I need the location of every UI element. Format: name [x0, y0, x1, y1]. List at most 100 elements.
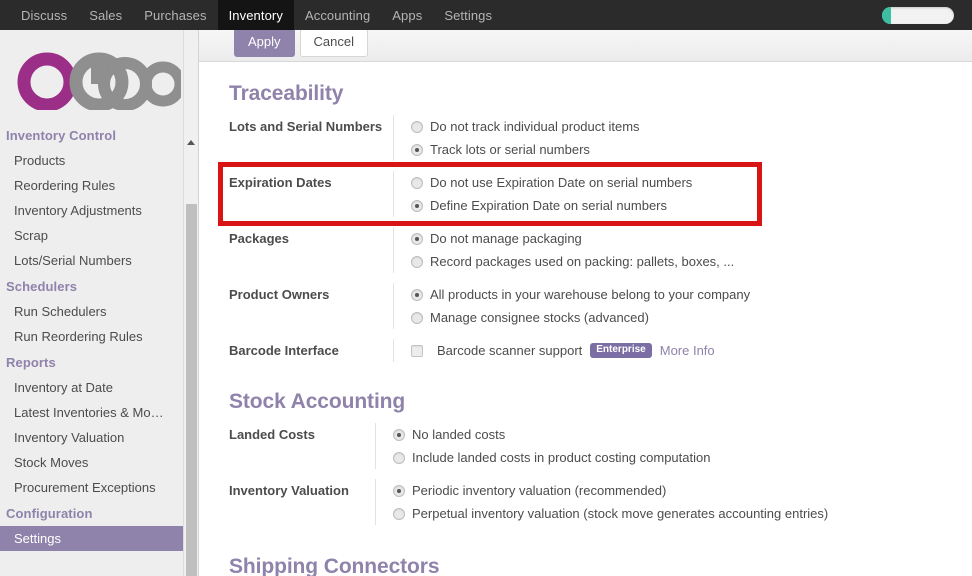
option-label: Barcode scanner support: [437, 343, 583, 358]
option-label: All products in your warehouse belong to…: [430, 287, 751, 302]
radio-input[interactable]: [411, 311, 423, 324]
option-label: No landed costs: [412, 427, 506, 442]
option-label: Manage consignee stocks (advanced): [430, 310, 649, 325]
odoo-logo[interactable]: [0, 30, 198, 122]
setting-options: Do not track individual product items Tra…: [393, 115, 929, 161]
sidebar-item-settings[interactable]: Settings: [0, 526, 198, 551]
nav-item-settings[interactable]: Settings: [433, 0, 503, 30]
setting-row: Lots and Serial Numbers Do not track indi…: [229, 115, 929, 161]
option-label: Perpetual inventory valuation (stock mov…: [412, 506, 829, 521]
checkbox-input[interactable]: [411, 344, 423, 357]
radio-option[interactable]: No landed costs: [393, 423, 929, 446]
radio-input[interactable]: [393, 451, 405, 464]
sidebar-item-procurement-exceptions[interactable]: Procurement Exceptions: [0, 475, 198, 500]
radio-input[interactable]: [393, 484, 405, 497]
radio-option[interactable]: Do not use Expiration Date on serial num…: [411, 171, 929, 194]
setting-row: Barcode Interface Barcode scanner support…: [229, 339, 929, 362]
nav-item-apps[interactable]: Apps: [381, 0, 433, 30]
row-spacer: [229, 273, 929, 283]
settings-group-stock-accounting: Landed Costs No landed costs Include lande…: [229, 423, 929, 525]
sidebar-item-inventory-at-date[interactable]: Inventory at Date: [0, 375, 198, 400]
nav-item-discuss[interactable]: Discuss: [10, 0, 78, 30]
setting-options: Do not use Expiration Date on serial num…: [393, 171, 929, 217]
radio-option[interactable]: Perpetual inventory valuation (stock mov…: [393, 502, 929, 525]
more-info-link[interactable]: More Info: [660, 343, 715, 358]
sidebar-item-reordering-rules[interactable]: Reordering Rules: [0, 173, 198, 198]
radio-input[interactable]: [411, 288, 423, 301]
nav-item-inventory[interactable]: Inventory: [217, 0, 294, 30]
sidebar-section-inventory-control: Inventory Control: [6, 128, 117, 143]
radio-option[interactable]: Do not track individual product items: [411, 115, 929, 138]
option-label: Periodic inventory valuation (recommende…: [412, 483, 667, 498]
sidebar-item-run-reordering-rules[interactable]: Run Reordering Rules: [0, 324, 198, 349]
radio-input[interactable]: [393, 507, 405, 520]
setting-row: Inventory Valuation Periodic inventory va…: [229, 479, 929, 525]
row-spacer: [229, 329, 929, 339]
sidebar-item-lots-serial-numbers[interactable]: Lots/Serial Numbers: [0, 248, 198, 273]
apply-button[interactable]: Apply: [234, 28, 295, 58]
nav-item-purchases[interactable]: Purchases: [133, 0, 217, 30]
radio-input[interactable]: [411, 120, 423, 133]
radio-option[interactable]: Track lots or serial numbers: [411, 138, 929, 161]
sidebar-item-inventory-adjustments[interactable]: Inventory Adjustments: [0, 198, 198, 223]
settings-form-sheet: Traceability Lots and Serial Numbers Do no…: [199, 62, 972, 576]
progress-bar: [882, 6, 954, 24]
setting-row: Product Owners All products in your wareh…: [229, 283, 929, 329]
left-sidebar: Inventory Control Products Reordering Rule…: [0, 30, 199, 576]
radio-input[interactable]: [393, 428, 405, 441]
setting-label-lots-and-serial-numbers: Lots and Serial Numbers: [229, 119, 383, 134]
row-spacer: [229, 469, 929, 479]
control-panel-buttons: Apply Cancel: [234, 28, 368, 58]
sidebar-item-products[interactable]: Products: [0, 148, 198, 173]
radio-input[interactable]: [411, 199, 423, 212]
sidebar-item-scrap[interactable]: Scrap: [0, 223, 198, 248]
option-label: Include landed costs in product costing …: [412, 450, 711, 465]
settings-group-traceability: Lots and Serial Numbers Do not track indi…: [229, 115, 929, 362]
navbar-right-zone: [882, 0, 972, 30]
sidebar-scrollbar[interactable]: [183, 30, 198, 576]
progress-bar-fill: [882, 6, 892, 24]
sidebar-menu: Inventory Control Products Reordering Rule…: [0, 122, 198, 551]
setting-label-barcode-interface: Barcode Interface: [229, 343, 339, 358]
cancel-button[interactable]: Cancel: [299, 28, 368, 58]
radio-option[interactable]: Periodic inventory valuation (recommende…: [393, 479, 929, 502]
radio-option[interactable]: All products in your warehouse belong to…: [411, 283, 929, 306]
nav-item-accounting[interactable]: Accounting: [294, 0, 381, 30]
checkbox-option[interactable]: Barcode scanner support Enterprise More In…: [411, 339, 929, 362]
radio-option[interactable]: Manage consignee stocks (advanced): [411, 306, 929, 329]
setting-options: All products in your warehouse belong to…: [393, 283, 929, 329]
radio-input[interactable]: [411, 255, 423, 268]
nav-item-sales[interactable]: Sales: [78, 0, 133, 30]
radio-option[interactable]: Record packages used on packing: pallets…: [411, 250, 929, 273]
navbar-menu: Discuss Sales Purchases Inventory Accounting…: [10, 0, 503, 30]
radio-input[interactable]: [411, 176, 423, 189]
setting-options: Barcode scanner support Enterprise More In…: [393, 339, 929, 362]
radio-input[interactable]: [411, 143, 423, 156]
sidebar-item-run-schedulers[interactable]: Run Schedulers: [0, 299, 198, 324]
option-label: Do not manage packaging: [430, 231, 582, 246]
odoo-inventory-settings-page: Discuss Sales Purchases Inventory Accounting…: [0, 0, 972, 576]
setting-row: Expiration Dates Do not use Expiration Da…: [229, 171, 929, 217]
sidebar-scrollbar-thumb[interactable]: [186, 204, 197, 576]
setting-label-product-owners: Product Owners: [229, 287, 330, 302]
setting-label-inventory-valuation: Inventory Valuation: [229, 483, 349, 498]
setting-options: No landed costs Include landed costs in p…: [375, 423, 929, 469]
sidebar-section-schedulers: Schedulers: [6, 279, 78, 294]
sidebar-section-configuration: Configuration: [6, 506, 93, 521]
section-title-shipping-connectors: Shipping Connectors: [229, 555, 440, 576]
sidebar-item-inventory-valuation[interactable]: Inventory Valuation: [0, 425, 198, 450]
radio-option[interactable]: Include landed costs in product costing …: [393, 446, 929, 469]
radio-input[interactable]: [411, 232, 423, 245]
sidebar-item-stock-moves[interactable]: Stock Moves: [0, 450, 198, 475]
scroll-up-arrow-icon[interactable]: [184, 134, 198, 150]
option-label: Define Expiration Date on serial numbers: [430, 198, 668, 213]
setting-options: Periodic inventory valuation (recommende…: [375, 479, 929, 525]
sidebar-section-reports: Reports: [6, 355, 56, 370]
radio-option[interactable]: Define Expiration Date on serial numbers: [411, 194, 929, 217]
option-label: Do not track individual product items: [430, 119, 640, 134]
option-label: Record packages used on packing: pallets…: [430, 254, 735, 269]
top-navbar: Discuss Sales Purchases Inventory Accounting…: [0, 0, 972, 30]
sidebar-item-latest-inventories-mo[interactable]: Latest Inventories & Mo…: [0, 400, 198, 425]
row-spacer: [229, 217, 929, 227]
radio-option[interactable]: Do not manage packaging: [411, 227, 929, 250]
